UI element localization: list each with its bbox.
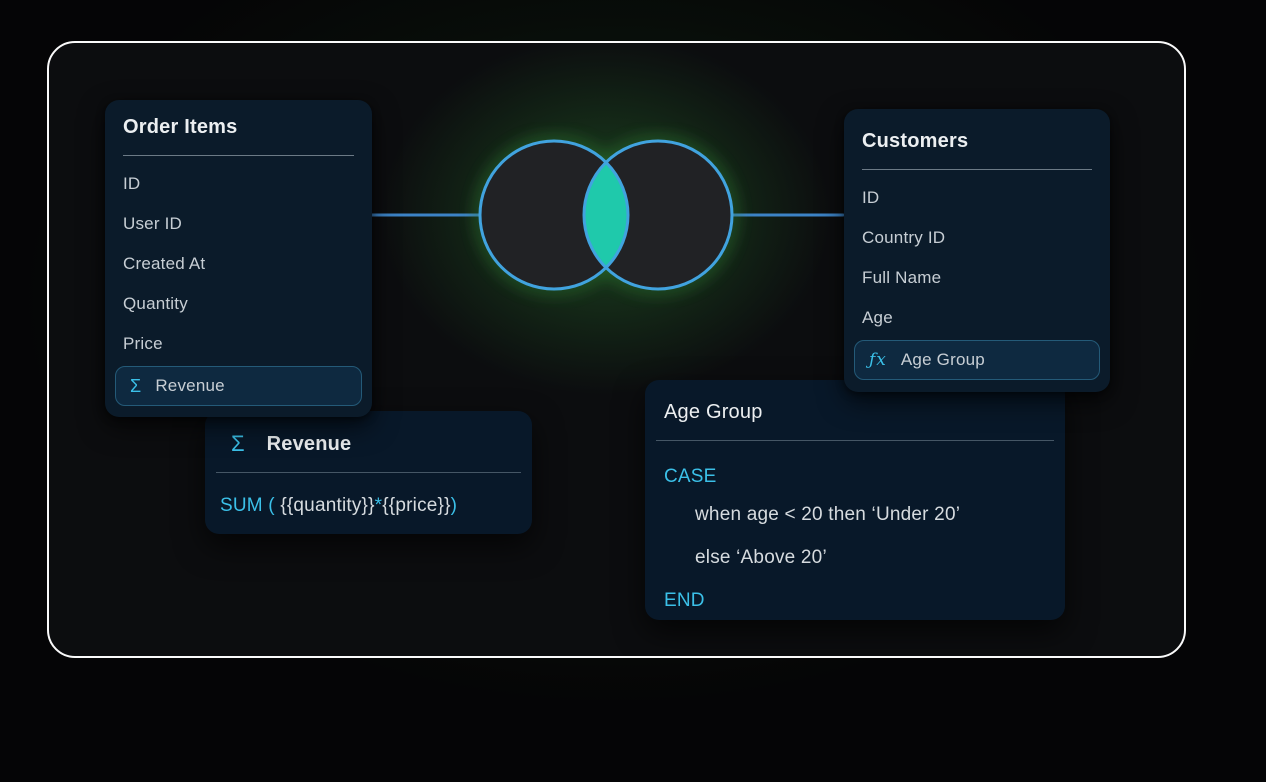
- sigma-icon: Σ: [231, 431, 245, 457]
- formula-expression: SUM ( {{quantity}}*{{price}}): [205, 473, 532, 517]
- table-card-customers: Customers ID Country ID Full Name Age ƒx…: [844, 109, 1110, 392]
- field-row-id[interactable]: ID: [105, 164, 372, 204]
- field-row-quantity[interactable]: Quantity: [105, 284, 372, 324]
- field-row-id[interactable]: ID: [844, 178, 1110, 218]
- formula-segment: {{price}}: [382, 495, 450, 516]
- field-list: ID Country ID Full Name Age ƒx Age Group: [844, 178, 1110, 380]
- formula-panel-header: Σ Revenue: [205, 411, 532, 457]
- field-row-price[interactable]: Price: [105, 324, 372, 364]
- fx-icon: ƒx: [869, 350, 887, 370]
- code-line-when: when age < 20 then ‘Under 20’: [664, 496, 1053, 534]
- case-expression: CASE when age < 20 then ‘Under 20’ else …: [645, 441, 1065, 620]
- revenue-formula-popover: Σ Revenue SUM ( {{quantity}}*{{price}}): [205, 411, 532, 534]
- field-row-age-group[interactable]: ƒx Age Group: [854, 340, 1100, 380]
- card-title-customers: Customers: [862, 129, 1092, 153]
- field-row-age[interactable]: Age: [844, 298, 1110, 338]
- case-panel-title: Age Group: [664, 399, 763, 425]
- field-row-country-id[interactable]: Country ID: [844, 218, 1110, 258]
- field-row-user-id[interactable]: User ID: [105, 204, 372, 244]
- divider: [862, 169, 1092, 170]
- canvas: { "colors": { "accent": "#3bc0e8", "conn…: [0, 0, 1266, 782]
- card-title-order-items: Order Items: [123, 115, 354, 139]
- sigma-icon: Σ: [130, 376, 141, 397]
- divider: [123, 155, 354, 156]
- age-group-formula-popover: Age Group CASE when age < 20 then ‘Under…: [645, 380, 1065, 620]
- field-label: Revenue: [155, 376, 224, 396]
- field-list: ID User ID Created At Quantity Price Σ R…: [105, 164, 372, 406]
- code-line-case: CASE: [664, 458, 1053, 496]
- app-frame: Σ Revenue SUM ( {{quantity}}*{{price}}) …: [47, 41, 1186, 658]
- code-line-end: END: [664, 582, 1053, 620]
- field-row-created-at[interactable]: Created At: [105, 244, 372, 284]
- code-line-else: else ‘Above 20’: [664, 539, 1053, 577]
- field-label: Age Group: [901, 350, 985, 370]
- field-row-revenue[interactable]: Σ Revenue: [115, 366, 362, 406]
- formula-segment: SUM (: [220, 495, 280, 516]
- formula-segment: ): [451, 495, 458, 516]
- field-row-full-name[interactable]: Full Name: [844, 258, 1110, 298]
- venn-join-diagram[interactable]: [362, 122, 852, 308]
- formula-segment: {{quantity}}: [280, 495, 374, 516]
- formula-panel-title: Revenue: [267, 431, 352, 457]
- table-card-order-items: Order Items ID User ID Created At Quanti…: [105, 100, 372, 417]
